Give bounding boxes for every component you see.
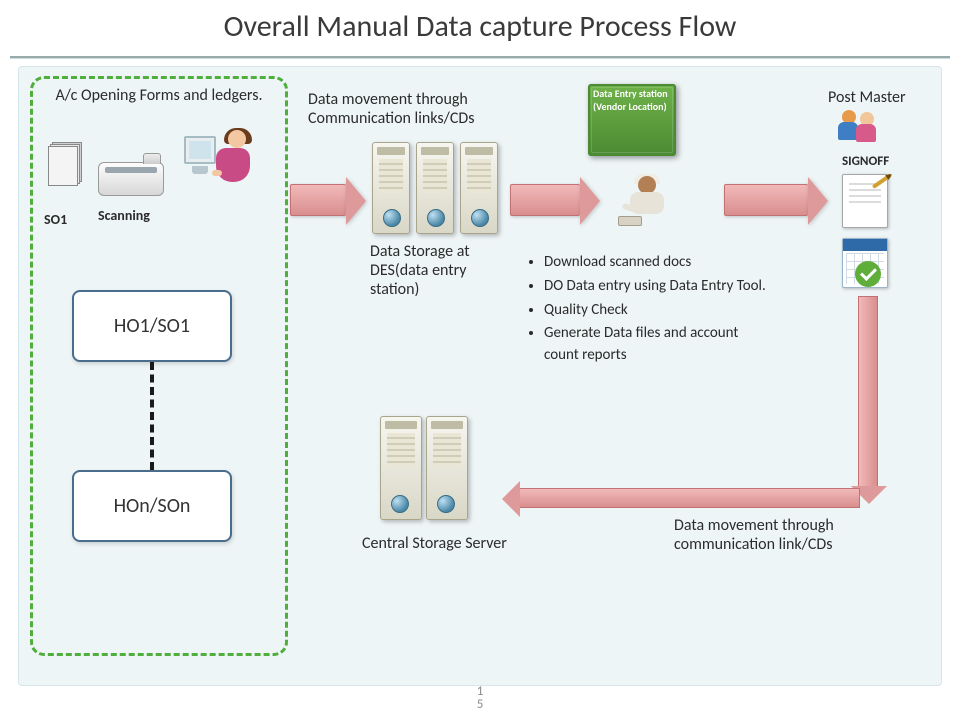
arrow-to-vendor: [510, 184, 580, 216]
vendor-tasks-list: Download scanned docs DO Data entry usin…: [526, 252, 776, 369]
slide: Overall Manual Data capture Process Flow…: [0, 0, 960, 720]
people-icon: [838, 108, 880, 148]
list-item: DO Data entry using Data Entry Tool.: [544, 276, 776, 298]
hon-son-node: HOn/SOn: [72, 470, 232, 542]
documents-icon: [48, 142, 82, 186]
ho1-so1-node: HO1/SO1: [72, 290, 232, 362]
central-servers-icon: [380, 416, 468, 520]
arrow-to-des: [290, 184, 346, 216]
central-storage-label: Central Storage Server: [362, 534, 507, 553]
slide-number: 15: [0, 685, 960, 712]
node-connector: [150, 362, 154, 470]
list-item: Download scanned docs: [544, 252, 776, 274]
arrow-left-return: [520, 488, 860, 508]
approved-calendar-icon: [842, 238, 888, 288]
signoff-document-icon: [842, 174, 888, 228]
des-servers-icon: [372, 142, 498, 234]
signoff-label: SIGNOFF: [842, 154, 889, 170]
return-comm-label: Data movement through communication link…: [674, 516, 904, 554]
title-underline: [10, 56, 950, 59]
post-master-label: Post Master: [828, 88, 906, 107]
vendor-location-text: Data Entry station (Vendor Location): [593, 88, 671, 113]
arrow-down-return: [858, 296, 878, 486]
arrow-to-postmaster: [724, 184, 808, 216]
list-item: Quality Check: [544, 300, 776, 322]
comm-links-label: Data movement through Communication link…: [308, 90, 538, 128]
scanning-label: Scanning: [98, 208, 150, 225]
so1-label: SO1: [44, 212, 67, 229]
des-label: Data Storage at DES(data entry station): [370, 242, 500, 300]
list-item: Generate Data files and account count re…: [544, 323, 776, 367]
scanner-icon: [98, 162, 164, 196]
operator-at-pc-icon: [184, 128, 256, 198]
forms-ledgers-heading: A/c Opening Forms and ledgers.: [52, 86, 266, 105]
page-title: Overall Manual Data capture Process Flow: [0, 8, 960, 45]
data-entry-operator-icon: [620, 176, 676, 232]
vendor-location-callout: Data Entry station (Vendor Location): [588, 84, 676, 156]
